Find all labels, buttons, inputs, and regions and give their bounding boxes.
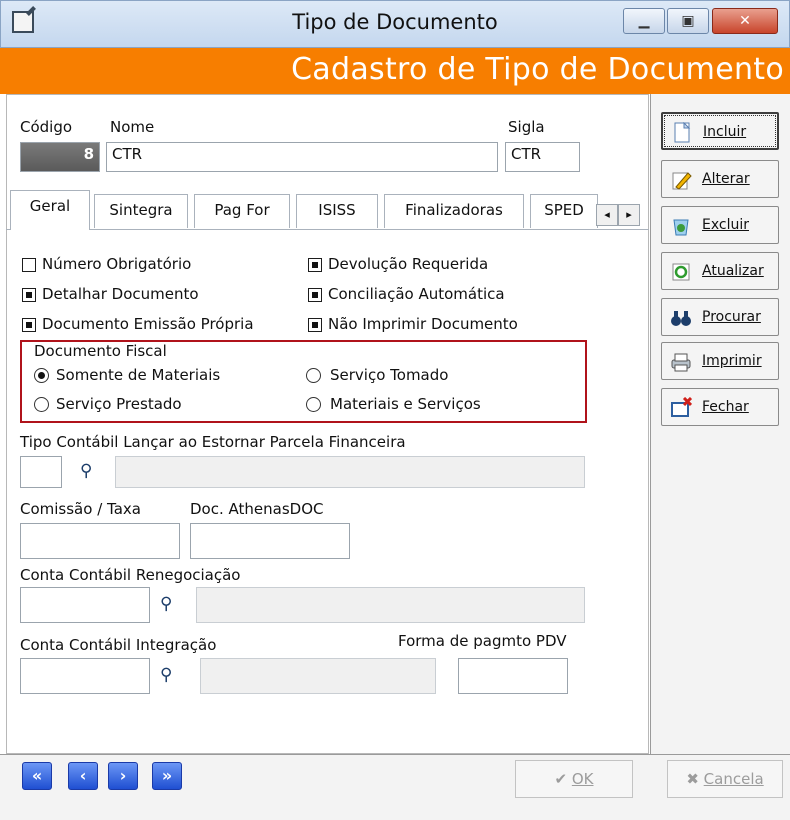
- ok-label: OK: [571, 770, 594, 788]
- conta-integracao-label: Conta Contábil Integração: [20, 636, 217, 654]
- close-button[interactable]: ✕: [712, 8, 778, 34]
- nao-imprimir-documento-checkbox[interactable]: [308, 318, 322, 332]
- binoculars-icon: [670, 307, 692, 327]
- tipo-contabil-description-field: [115, 456, 585, 488]
- alterar-button[interactable]: Alterar: [661, 160, 779, 198]
- sigla-field[interactable]: CTR: [505, 142, 580, 172]
- conta-renegociacao-search-icon[interactable]: ⚲: [160, 594, 172, 614]
- numero-obrigatorio-checkbox[interactable]: [22, 258, 36, 272]
- conta-integracao-description-field: [200, 658, 436, 694]
- alterar-label: Alterar: [702, 171, 750, 187]
- header-title: Cadastro de Tipo de Documento: [291, 52, 784, 87]
- tipo-contabil-search-icon[interactable]: ⚲: [80, 461, 92, 481]
- conta-integracao-search-icon[interactable]: ⚲: [160, 665, 172, 685]
- servico-tomado-radio[interactable]: [306, 368, 321, 383]
- conta-renegociacao-code-field[interactable]: [20, 587, 150, 623]
- numero-obrigatorio-label: Número Obrigatório: [42, 255, 192, 273]
- conta-renegociacao-description-field: [196, 587, 585, 623]
- tipo-contabil-code-field[interactable]: [20, 456, 62, 488]
- comissao-field[interactable]: [20, 523, 180, 559]
- atualizar-button[interactable]: Atualizar: [661, 252, 779, 290]
- nome-field[interactable]: CTR: [106, 142, 498, 172]
- tab-isiss[interactable]: ISISS: [296, 194, 378, 228]
- next-record-button[interactable]: ›: [108, 762, 138, 790]
- devolucao-requerida-checkbox[interactable]: [308, 258, 322, 272]
- tab-strip-line: [6, 229, 649, 230]
- materiais-servicos-label: Materiais e Serviços: [330, 395, 481, 413]
- somente-materiais-radio[interactable]: [34, 368, 49, 383]
- ok-button[interactable]: ✔ OK: [515, 760, 633, 798]
- documento-emissao-propria-label: Documento Emissão Própria: [42, 315, 254, 333]
- tipo-contabil-label: Tipo Contábil Lançar ao Estornar Parcela…: [20, 433, 406, 451]
- documento-fiscal-title: Documento Fiscal: [34, 342, 167, 360]
- main-panel: [6, 94, 649, 754]
- last-record-button[interactable]: »: [152, 762, 182, 790]
- conta-renegociacao-label: Conta Contábil Renegociação: [20, 566, 241, 584]
- nao-imprimir-documento-label: Não Imprimir Documento: [328, 315, 518, 333]
- somente-materiais-label: Somente de Materiais: [56, 366, 221, 384]
- minimize-button[interactable]: ▁: [623, 8, 665, 34]
- incluir-button[interactable]: Incluir: [661, 112, 779, 150]
- incluir-label: Incluir: [703, 124, 747, 140]
- refresh-icon: [670, 261, 692, 281]
- tab-scroll-right-button[interactable]: ▸: [618, 204, 640, 226]
- cancela-button[interactable]: ✖ Cancela: [667, 760, 783, 798]
- codigo-field[interactable]: 8: [20, 142, 100, 172]
- tab-finalizadoras[interactable]: Finalizadoras: [384, 194, 524, 228]
- first-record-button[interactable]: «: [22, 762, 52, 790]
- excluir-label: Excluir: [702, 217, 749, 233]
- doc-athenas-label: Doc. AthenasDOC: [190, 500, 324, 518]
- comissao-label: Comissão / Taxa: [20, 500, 141, 518]
- servico-tomado-label: Serviço Tomado: [330, 366, 449, 384]
- excluir-button[interactable]: Excluir: [661, 206, 779, 244]
- maximize-button[interactable]: ▣: [667, 8, 709, 34]
- tab-geral[interactable]: Geral: [10, 190, 90, 230]
- printer-icon: [670, 351, 692, 372]
- atualizar-label: Atualizar: [702, 263, 764, 279]
- imprimir-label: Imprimir: [702, 353, 762, 369]
- materiais-servicos-radio[interactable]: [306, 397, 321, 412]
- forma-pagto-label: Forma de pagmto PDV: [398, 632, 567, 650]
- sigla-label: Sigla: [508, 118, 545, 136]
- recycle-bin-icon: [670, 215, 692, 236]
- imprimir-button[interactable]: Imprimir: [661, 342, 779, 380]
- tab-sintegra[interactable]: Sintegra: [94, 194, 188, 228]
- fechar-button[interactable]: Fechar: [661, 388, 779, 426]
- new-document-icon: [671, 121, 693, 143]
- cancel-icon: ✖: [686, 770, 699, 788]
- checkmark-icon: ✔: [554, 770, 568, 788]
- previous-record-button[interactable]: ‹: [68, 762, 98, 790]
- tab-scroll-left-button[interactable]: ◂: [596, 204, 618, 226]
- detalhar-documento-checkbox[interactable]: [22, 288, 36, 302]
- forma-pagto-field[interactable]: [458, 658, 568, 694]
- documento-emissao-propria-checkbox[interactable]: [22, 318, 36, 332]
- tab-pag-for[interactable]: Pag For: [194, 194, 290, 228]
- servico-prestado-label: Serviço Prestado: [56, 395, 182, 413]
- nome-label: Nome: [110, 118, 155, 136]
- conta-integracao-code-field[interactable]: [20, 658, 150, 694]
- pencil-icon: [670, 169, 692, 190]
- detalhar-documento-label: Detalhar Documento: [42, 285, 199, 303]
- servico-prestado-radio[interactable]: [34, 397, 49, 412]
- devolucao-requerida-label: Devolução Requerida: [328, 255, 489, 273]
- conciliacao-automatica-checkbox[interactable]: [308, 288, 322, 302]
- fechar-label: Fechar: [702, 399, 749, 415]
- header-banner: Cadastro de Tipo de Documento: [0, 48, 790, 94]
- procurar-label: Procurar: [702, 309, 761, 325]
- close-window-icon: [670, 396, 693, 417]
- procurar-button[interactable]: Procurar: [661, 298, 779, 336]
- conciliacao-automatica-label: Conciliação Automática: [328, 285, 505, 303]
- doc-athenas-field[interactable]: [190, 523, 350, 559]
- tab-sped[interactable]: SPED: [530, 194, 598, 228]
- cancela-label: Cancela: [703, 770, 764, 788]
- codigo-label: Código: [20, 118, 73, 136]
